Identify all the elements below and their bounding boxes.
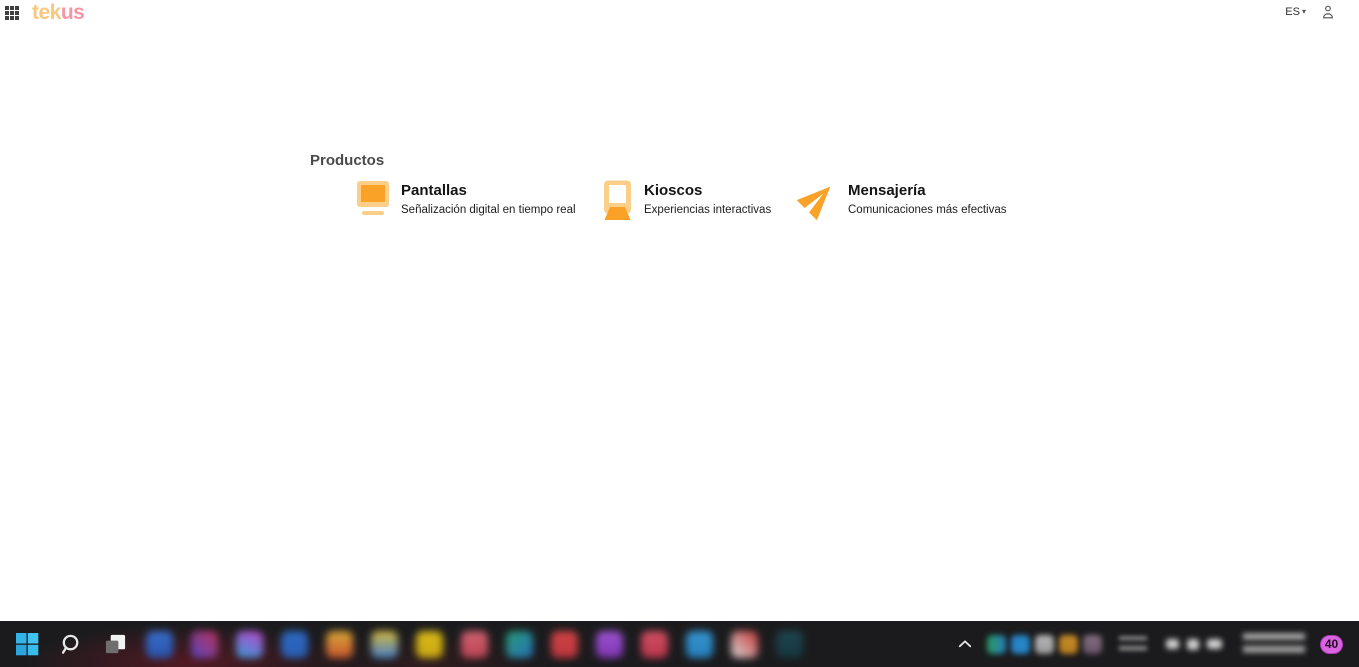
task-view-button[interactable] [102,630,128,658]
pinned-app-15[interactable] [776,631,803,658]
pinned-app-1[interactable] [146,631,173,658]
search-icon [60,633,83,656]
pinned-app-10[interactable] [551,631,578,658]
product-name: Mensajería [848,182,1007,199]
monitor-icon [356,180,390,218]
pinned-app-12[interactable] [641,631,668,658]
product-item-kioscos[interactable]: Kioscos Experiencias interactivas [603,180,771,220]
language-label: ES [1285,6,1300,18]
language-selector[interactable]: ES▾ [1285,6,1306,18]
user-account-button[interactable] [1321,4,1335,20]
tekus-logo[interactable]: tekus [32,1,84,25]
tray-app-1[interactable] [987,635,1006,654]
volume-icon [1187,639,1199,650]
tray-app-4[interactable] [1059,635,1078,654]
product-name: Kioscos [644,182,771,199]
tray-app-5[interactable] [1083,635,1102,654]
apps-grid-icon[interactable] [5,6,19,20]
search-button[interactable] [58,630,84,658]
user-icon [1321,4,1335,20]
pinned-app-11[interactable] [596,631,623,658]
top-header: tekus ES▾ [0,0,1359,30]
chevron-up-icon[interactable] [956,635,974,653]
chevron-down-icon: ▾ [1302,7,1306,16]
pinned-app-4[interactable] [281,631,308,658]
pinned-app-13[interactable] [686,631,713,658]
tray-app-3[interactable] [1035,635,1054,654]
kiosk-icon [603,180,633,220]
logo-part1: tek [32,1,61,24]
product-description: Señalización digital en tiempo real [401,204,576,216]
battery-icon [1207,639,1222,649]
clock-date[interactable] [1243,631,1305,657]
tray-icons [987,635,1102,654]
product-name: Pantallas [401,182,576,199]
product-description: Experiencias interactivas [644,204,771,216]
pinned-app-6[interactable] [371,631,398,658]
paper-plane-icon [791,172,845,226]
pinned-app-8[interactable] [461,631,488,658]
product-description: Comunicaciones más efectivas [848,204,1007,216]
windows-taskbar: 40 [0,621,1359,667]
pinned-app-9[interactable] [506,631,533,658]
windows-logo-icon [15,632,39,656]
system-tray: 40 [956,631,1359,657]
start-button[interactable] [14,630,40,658]
pinned-app-5[interactable] [326,631,353,658]
product-item-mensajeria[interactable]: Mensajería Comunicaciones más efectivas [799,180,1007,218]
tray-app-2[interactable] [1011,635,1030,654]
pinned-app-7[interactable] [416,631,443,658]
network-icon [1166,639,1179,649]
taskbar-apps [0,630,803,658]
pinned-app-14[interactable] [731,631,758,658]
pinned-app-2[interactable] [191,631,218,658]
pinned-app-3[interactable] [236,631,263,658]
page-title: Productos [310,152,384,169]
product-item-pantallas[interactable]: Pantallas Señalización digital en tiempo… [356,180,576,218]
language-indicator[interactable] [1119,633,1147,655]
task-view-icon [104,633,127,656]
logo-part2: us [61,1,85,24]
notification-badge[interactable]: 40 [1320,635,1343,654]
status-icons[interactable] [1166,639,1222,650]
